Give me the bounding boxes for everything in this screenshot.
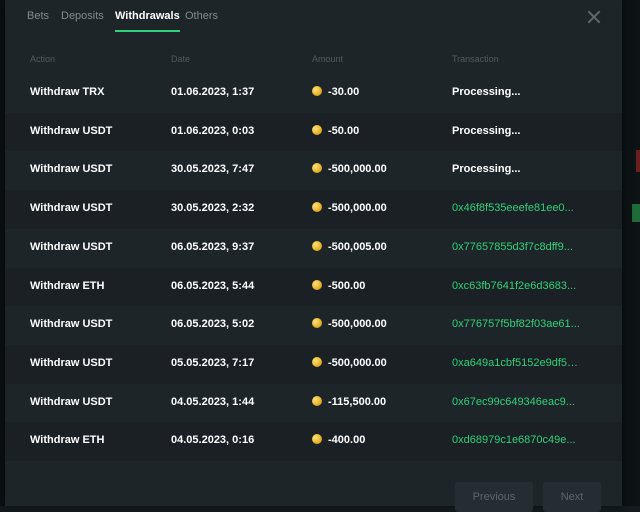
tab-bets[interactable]: Bets: [27, 10, 49, 30]
next-page-button[interactable]: Next: [543, 482, 601, 512]
row-date: 06.05.2023, 5:02: [171, 318, 255, 331]
row-amount-value: -500,000.00: [328, 318, 387, 331]
tab-withdrawals[interactable]: Withdrawals: [115, 10, 180, 32]
backdrop-edge-right: [622, 0, 640, 506]
close-icon[interactable]: [586, 9, 602, 25]
column-header-date: Date: [171, 54, 191, 64]
table-row: Withdraw USDT 04.05.2023, 1:44 -115,500.…: [5, 384, 622, 423]
row-action: Withdraw USDT: [30, 124, 113, 137]
row-transaction-link[interactable]: 0x46f8f535eeefe81ee0...: [452, 202, 582, 214]
coin-icon: [312, 86, 322, 96]
row-date: 30.05.2023, 2:32: [171, 202, 255, 215]
row-date: 01.06.2023, 0:03: [171, 124, 255, 137]
column-header-transaction: Transaction: [452, 54, 499, 64]
row-amount: -500,000.00: [312, 356, 387, 369]
table-header: Action Date Amount Transaction: [5, 52, 622, 68]
table-row: Withdraw USDT 06.05.2023, 9:37 -500,005.…: [5, 229, 622, 268]
table-row: Withdraw USDT 06.05.2023, 5:02 -500,000.…: [5, 306, 622, 345]
tab-others[interactable]: Others: [185, 10, 218, 30]
transactions-modal: Bets Deposits Withdrawals Others Action …: [5, 0, 622, 512]
coin-icon: [312, 202, 322, 213]
row-action: Withdraw USDT: [30, 318, 113, 331]
coin-icon: [312, 279, 322, 290]
row-transaction-link[interactable]: 0x776757f5bf82f03ae61...: [452, 318, 582, 330]
row-action: Withdraw ETH: [30, 279, 105, 292]
row-amount: -115,500.00: [312, 395, 387, 408]
row-transaction-link[interactable]: 0x77657855d3f7c8dff9...: [452, 241, 582, 253]
row-date: 04.05.2023, 1:44: [171, 395, 255, 408]
row-amount-value: -500,005.00: [328, 240, 387, 253]
row-action: Withdraw TRX: [30, 86, 105, 98]
column-header-amount: Amount: [312, 54, 344, 64]
backdrop-green-accent: [632, 204, 640, 222]
backdrop-red-accent: [636, 150, 640, 172]
row-amount-value: -500.00: [328, 279, 366, 292]
coin-icon: [312, 395, 322, 406]
row-date: 01.06.2023, 1:37: [171, 86, 255, 98]
table-row: Withdraw ETH 04.05.2023, 0:16 -400.00 0x…: [5, 422, 622, 461]
row-amount: -500,000.00: [312, 202, 387, 214]
table-row: Withdraw ETH 06.05.2023, 5:44 -500.00 0x…: [5, 267, 622, 307]
row-amount-value: -500,000.00: [328, 163, 387, 176]
row-amount: -500,000.00: [312, 318, 387, 330]
coin-icon: [312, 318, 322, 329]
row-action: Withdraw USDT: [30, 202, 113, 215]
row-transaction: Processing...: [452, 86, 521, 98]
row-amount: -500.00: [312, 279, 366, 292]
row-transaction-link[interactable]: 0x67ec99c649346eac9...: [452, 396, 582, 408]
column-header-action: Action: [30, 54, 56, 64]
row-transaction-link[interactable]: 0xa649a1cbf5152e9df53...: [452, 357, 582, 369]
previous-page-button[interactable]: Previous: [455, 482, 533, 512]
row-amount: -500,005.00: [312, 240, 387, 253]
row-action: Withdraw USDT: [30, 395, 113, 408]
row-amount: -50.00: [312, 124, 360, 137]
row-transaction-link[interactable]: 0xd68979c1e6870c49e...: [452, 434, 582, 446]
row-action: Withdraw USDT: [30, 240, 113, 253]
row-amount: -500,000.00: [312, 163, 387, 175]
coin-icon: [312, 356, 322, 367]
row-date: 06.05.2023, 5:44: [171, 279, 255, 292]
row-action: Withdraw USDT: [30, 163, 113, 176]
row-date: 30.05.2023, 7:47: [171, 163, 255, 176]
table-row: Withdraw USDT 01.06.2023, 0:03 -50.00 Pr…: [5, 112, 622, 152]
row-amount-value: -400.00: [328, 434, 366, 447]
row-amount: -400.00: [312, 434, 365, 446]
row-action: Withdraw USDT: [30, 356, 113, 369]
row-amount: -30.00: [312, 86, 359, 98]
row-date: 06.05.2023, 9:37: [171, 240, 255, 253]
coin-icon: [312, 124, 322, 135]
table-row: Withdraw USDT 05.05.2023, 7:17 -500,000.…: [5, 344, 622, 384]
row-action: Withdraw ETH: [30, 434, 105, 447]
row-date: 04.05.2023, 0:16: [171, 434, 255, 447]
table-row: Withdraw USDT 30.05.2023, 2:32 -500,000.…: [5, 190, 622, 229]
row-transaction: Processing...: [452, 124, 521, 137]
row-amount-value: -50.00: [328, 124, 360, 137]
row-date: 05.05.2023, 7:17: [171, 356, 255, 369]
table-row: Withdraw USDT 30.05.2023, 7:47 -500,000.…: [5, 151, 622, 190]
row-transaction-link[interactable]: 0xc63fb7641f2e6d3683...: [452, 280, 582, 292]
tab-deposits[interactable]: Deposits: [61, 10, 104, 30]
tab-bar: Bets Deposits Withdrawals Others: [5, 0, 622, 36]
coin-icon: [312, 434, 322, 445]
row-transaction: Processing...: [452, 163, 521, 176]
row-amount-value: -30.00: [328, 86, 360, 98]
row-amount-value: -115,500.00: [328, 395, 387, 408]
coin-icon: [312, 163, 322, 174]
row-amount-value: -500,000.00: [328, 356, 387, 369]
table-row: Withdraw TRX 01.06.2023, 1:37 -30.00 Pro…: [5, 74, 622, 113]
coin-icon: [312, 240, 322, 251]
row-amount-value: -500,000.00: [328, 202, 387, 215]
